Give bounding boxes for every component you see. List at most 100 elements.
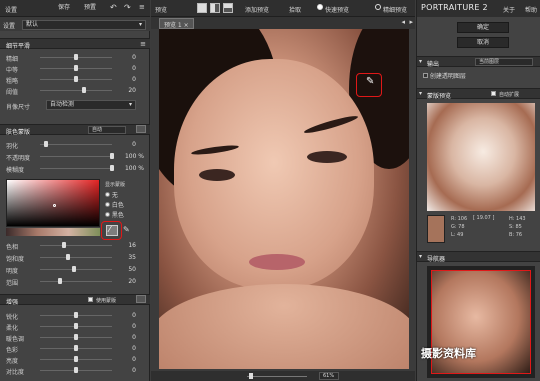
tab-bar: 预览 1 × ◂ ▸	[151, 17, 415, 29]
tab-left-icon[interactable]: ◂	[401, 18, 405, 26]
settings-text: 设置	[3, 23, 16, 30]
single-view-icon[interactable]	[197, 3, 207, 13]
navigator-title: 导航器	[427, 256, 446, 263]
fine-label: 精细	[6, 56, 19, 63]
preview-label: 预览	[155, 7, 168, 14]
color-picker-field[interactable]	[6, 179, 100, 227]
opacity-slider[interactable]: 不透明度 100 %	[0, 151, 150, 162]
auto-expand-checkbox[interactable]	[491, 91, 496, 96]
range-slider[interactable]: 范围 20	[0, 276, 150, 287]
picker-marker[interactable]	[53, 204, 56, 207]
eyedropper-plus-icon[interactable]: ✎	[123, 225, 130, 234]
saturation-value: 35	[128, 254, 136, 261]
undo-icon[interactable]: ↶	[110, 3, 117, 12]
mask-preview-header[interactable]: ▾ 蒙版预览 自动扩展	[417, 88, 540, 100]
use-mask-checkbox[interactable]	[88, 297, 93, 302]
lightness-label: 明度	[6, 268, 19, 275]
color-sample-swatch	[427, 215, 445, 243]
split-h-icon[interactable]	[223, 3, 233, 13]
fine-slider[interactable]: 精细 0	[0, 52, 150, 63]
zoom-bar: 61%	[151, 371, 415, 381]
output-title: 输出	[427, 61, 440, 68]
navigator-thumbnail[interactable]	[427, 266, 535, 378]
skin-mask-header[interactable]: 肤色蒙版 自动	[0, 124, 150, 136]
warmth-value: 0	[132, 334, 136, 341]
feather-slider[interactable]: 羽化 0	[0, 139, 150, 150]
redo-icon[interactable]: ↷	[124, 3, 131, 12]
portrait-size-row: 肖像尺寸 自动检测 ▾	[0, 99, 150, 112]
chevron-down-icon: ▾	[419, 253, 423, 260]
sharpen-slider[interactable]: 锐化 0	[0, 310, 150, 321]
soften-slider[interactable]: 柔化 0	[0, 321, 150, 332]
radio-black-label: 黑色	[111, 212, 124, 219]
detail-title: 细节平滑	[6, 43, 31, 50]
preset-button[interactable]: 预置	[82, 4, 98, 13]
enhance-mask-icon[interactable]	[136, 295, 146, 303]
opacity-label: 不透明度	[6, 155, 31, 162]
output-header[interactable]: ▾ 输出 当前图层	[417, 56, 540, 68]
hue-slider[interactable]: 色相 16	[0, 240, 150, 251]
medium-slider[interactable]: 中等 0	[0, 63, 150, 74]
zoom-select[interactable]: 61%	[319, 372, 339, 380]
soften-value: 0	[132, 323, 136, 330]
center-preview: 预览 添加预览 拾取 快速预览 精细预览 预览 1 × ◂ ▸ ✎ 61%	[151, 0, 415, 381]
detail-section-header[interactable]: 细节平滑 ≡	[0, 38, 150, 50]
section-menu-icon[interactable]: ≡	[140, 40, 146, 48]
color-readout-rgb: R: 106 G: 78 L: 49	[451, 215, 467, 239]
app-title: PORTRAITURE 2	[421, 3, 488, 12]
mask-radio-none[interactable]: 无	[105, 190, 118, 199]
chevron-down-icon: ▾	[138, 21, 142, 28]
tab-right-icon[interactable]: ▸	[409, 18, 413, 26]
new-layer-option[interactable]: 创建透明图层	[423, 71, 466, 80]
tint-label: 色彩	[6, 347, 19, 354]
fine-value: 0	[132, 54, 136, 61]
save-button[interactable]: 保存	[56, 4, 72, 13]
threshold-slider[interactable]: 阈值 20	[0, 85, 150, 96]
navigator-header[interactable]: ▾ 导航器	[417, 251, 540, 263]
hue-label: 色相	[6, 244, 19, 251]
enhance-header[interactable]: 增强 使用蒙版	[0, 294, 150, 306]
add-preview-button[interactable]: 添加预览	[245, 5, 269, 14]
contrast-slider[interactable]: 对比度 0	[0, 365, 150, 376]
feather-label: 羽化	[6, 143, 19, 150]
about-link[interactable]: 关于	[503, 5, 515, 14]
mask-radio-white[interactable]: 白色	[105, 200, 124, 209]
app-header: PORTRAITURE 2 关于 帮助	[417, 0, 540, 17]
mask-toggle-icon[interactable]	[136, 125, 146, 133]
fuzz-slider[interactable]: 模糊度 100 %	[0, 163, 150, 174]
lightness-slider[interactable]: 明度 50	[0, 264, 150, 275]
tint-value: 0	[132, 345, 136, 352]
lightness-value: 50	[128, 266, 136, 273]
ok-button[interactable]: 确定	[457, 22, 509, 33]
brightness-slider[interactable]: 亮度 0	[0, 354, 150, 365]
chevron-down-icon: ▾	[419, 58, 423, 65]
radio-none-label: 无	[111, 192, 118, 199]
radio-white-label: 白色	[111, 202, 124, 209]
cancel-button[interactable]: 取消	[457, 37, 509, 48]
hue-range-bar[interactable]	[6, 228, 100, 236]
preset-select[interactable]: 默认 ▾	[22, 20, 146, 30]
close-icon[interactable]: ×	[184, 22, 189, 29]
portrait-size-select[interactable]: 自动检测 ▾	[46, 100, 136, 110]
quick-preview-radio[interactable]	[317, 4, 323, 10]
saturation-slider[interactable]: 饱和度 35	[0, 252, 150, 263]
tint-slider[interactable]: 色彩 0	[0, 343, 150, 354]
right-eye	[307, 151, 347, 163]
output-select[interactable]: 当前图层	[475, 58, 533, 66]
fine-preview-radio[interactable]	[375, 4, 381, 10]
zoom-slider[interactable]	[249, 373, 253, 379]
warmth-slider[interactable]: 暖色调 0	[0, 332, 150, 343]
skin-mode-select[interactable]: 自动	[88, 126, 126, 134]
coarse-slider[interactable]: 粗略 0	[0, 74, 150, 85]
auto-expand-label: 自动扩展	[499, 92, 520, 98]
sharpen-value: 0	[132, 312, 136, 319]
menu-icon[interactable]: ≡	[139, 3, 145, 11]
mask-radio-black[interactable]: 黑色	[105, 210, 124, 219]
split-v-icon[interactable]	[210, 3, 220, 13]
readout-r: R: 106	[451, 216, 468, 222]
fine-preview-label: 精细预览	[383, 7, 408, 14]
center-toolbar: 预览 添加预览 拾取 快速预览 精细预览	[151, 0, 415, 17]
tab-preview-1[interactable]: 预览 1 ×	[159, 18, 194, 29]
help-link[interactable]: 帮助	[525, 5, 537, 14]
fit-button[interactable]: 拾取	[289, 5, 301, 14]
